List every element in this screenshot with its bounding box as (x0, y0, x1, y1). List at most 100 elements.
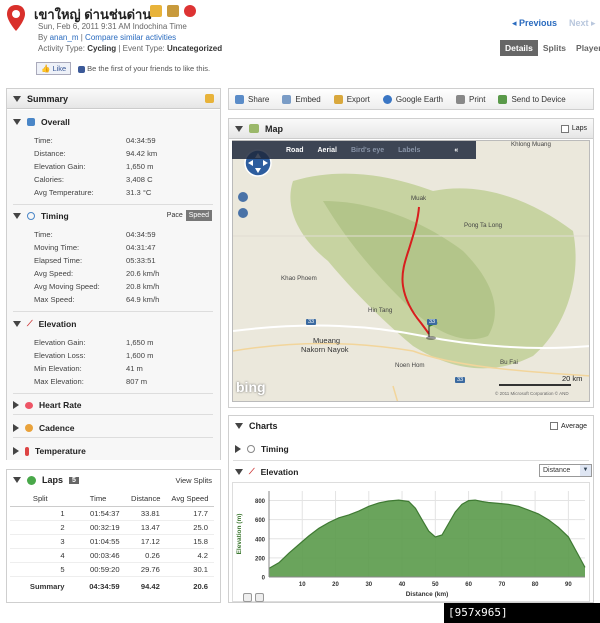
tab-player[interactable]: Player (571, 40, 600, 56)
activity-date: Sun, Feb 6, 2011 9:31 AM Indochina Time (38, 22, 187, 31)
heart-rate-title: Heart Rate (39, 400, 82, 410)
table-row[interactable]: 4 00:03:46 0.26 4.2 (10, 548, 214, 563)
edit-pencil-icon[interactable] (150, 5, 162, 17)
collapse-arrow-icon (13, 321, 21, 327)
pace-toggle[interactable]: Pace (164, 210, 186, 221)
activity-type-label: Activity Type: (38, 44, 85, 53)
table-header-row: Split Time Distance Avg Speed (10, 491, 214, 507)
collapse-arrow-icon (13, 477, 21, 483)
overall-section-header[interactable]: Overall (13, 117, 70, 127)
cadence-section-header[interactable]: Cadence (13, 423, 74, 433)
cadence-icon (25, 424, 33, 432)
speed-toggle[interactable]: Speed (185, 210, 212, 221)
table-row[interactable]: 3 01:04:55 17.12 15.8 (10, 534, 214, 549)
x-tick-label: 30 (365, 582, 372, 588)
map-labels-button[interactable]: Labels (398, 147, 420, 154)
lock-icon[interactable] (167, 5, 179, 17)
facebook-like-button[interactable]: 👍 Like (36, 62, 72, 75)
stat-row: Calories: 3,408 C (34, 175, 153, 184)
expand-arrow-icon (13, 401, 19, 409)
watermark: [957x965] https://upic.me/ (444, 603, 600, 623)
timing-section-header[interactable]: Timing (13, 211, 69, 221)
route-map[interactable]: Khlong Muang Muak Pong Ta Long Khao Phoe… (232, 140, 590, 402)
expand-arrow-icon (13, 447, 19, 455)
laps-count-badge: 5 (69, 476, 79, 484)
compare-activities-link[interactable]: Compare similar activities (85, 33, 176, 42)
print-button[interactable]: Print (455, 94, 485, 104)
x-tick-label: 50 (432, 582, 439, 588)
stat-row: Time: 04:34:59 (34, 136, 156, 145)
column-header-time: Time (70, 491, 126, 507)
y-tick-label: 200 (255, 556, 266, 562)
stat-row: Elevation Loss: 1,600 m (34, 351, 154, 360)
heart-icon (25, 401, 33, 409)
column-header-avg-speed: Avg Speed (165, 491, 214, 507)
tab-details[interactable]: Details (500, 40, 538, 56)
elevation-chart[interactable]: 0 200 400 600 800 10 20 30 40 50 60 70 80 90 Distance … (233, 483, 591, 603)
timing-chart-title: Timing (261, 444, 289, 454)
view-splits-link[interactable]: View Splits (175, 476, 212, 485)
laps-icon (27, 475, 36, 485)
export-icon (333, 94, 343, 104)
summary-title: Summary (27, 93, 69, 104)
printer-icon (455, 94, 465, 104)
previous-link[interactable]: ◂ Previous (512, 18, 557, 29)
map-label: Hin Tang (368, 307, 393, 314)
x-axis-select[interactable]: Distance ▼ (539, 464, 592, 477)
device-icon (498, 94, 508, 104)
elevation-title: Elevation (38, 319, 77, 329)
like-text-label: Be the first of your friends to like thi… (87, 64, 211, 73)
collapse-controls-icon[interactable]: « (454, 147, 458, 154)
elevation-section-header[interactable]: ⟋ Elevation (13, 319, 76, 329)
stat-row: Moving Time: 04:31:47 (34, 243, 156, 252)
zoom-in-icon[interactable] (243, 593, 252, 602)
author-link[interactable]: anan_m (50, 33, 79, 42)
map-aerial-button[interactable]: Aerial (318, 147, 337, 154)
table-row[interactable]: 2 00:32:19 13.47 25.0 (10, 520, 214, 535)
tab-splits[interactable]: Splits (538, 40, 571, 56)
heart-rate-section-header[interactable]: Heart Rate (13, 400, 82, 410)
laps-checkbox[interactable] (560, 124, 569, 133)
activity-header: เขาใหญ่ ด่านช่นด่าน Sun, Feb 6, 2011 9:3… (0, 0, 600, 80)
table-row[interactable]: 1 01:54:37 33.81 17.7 (10, 506, 214, 521)
x-tick-label: 20 (332, 582, 339, 588)
x-tick-label: 60 (465, 582, 472, 588)
charts-title: Charts (249, 421, 278, 431)
next-link[interactable]: Next ▸ (569, 18, 596, 29)
edit-pencil-icon[interactable] (205, 94, 214, 103)
table-row[interactable]: 5 00:59:20 29.76 30.1 (10, 562, 214, 577)
collapse-arrow-icon (235, 423, 243, 429)
laps-header[interactable]: Laps 5 View Splits (7, 470, 220, 490)
like-label: Like (52, 64, 67, 73)
elevation-chart-area: 0 200 400 600 800 10 20 30 40 50 60 70 80 90 Distance … (232, 482, 590, 602)
delete-icon[interactable] (184, 5, 196, 17)
summary-row: Summary 04:34:59 94.42 20.6 (29, 582, 208, 591)
map-header[interactable]: Map Laps (229, 119, 593, 139)
share-button[interactable]: Share (235, 94, 269, 104)
stat-row: Elevation Gain: 1,650 m (34, 338, 154, 347)
map-copyright: © 2011 Microsoft Corporation © AND (495, 391, 569, 396)
y-tick-label: 800 (255, 499, 266, 505)
elevation-chart-header[interactable]: ⟋ Elevation (235, 467, 298, 477)
timing-chart-header[interactable]: Timing (235, 444, 289, 454)
stat-row: Elevation Gain: 1,650 m (34, 162, 154, 171)
temperature-section-header[interactable]: Temperature (13, 446, 86, 456)
clock-icon (27, 212, 35, 220)
map-icon (249, 124, 259, 133)
average-checkbox[interactable] (550, 422, 559, 430)
map-birds-eye-button[interactable]: Bird's eye (351, 147, 384, 154)
embed-button[interactable]: Embed (282, 94, 321, 104)
x-tick-label: 80 (532, 582, 539, 588)
zoom-out-icon[interactable] (255, 593, 264, 602)
facebook-icon (78, 65, 85, 73)
google-earth-button[interactable]: Google Earth (382, 94, 443, 104)
send-to-device-button[interactable]: Send to Device (498, 94, 566, 104)
map-scale: 20 km (562, 374, 583, 383)
summary-header[interactable]: Summary (7, 89, 220, 109)
map-label: Khao Phoem (281, 275, 317, 282)
activity-type-value: Cycling (87, 44, 117, 53)
export-button[interactable]: Export (333, 94, 370, 104)
map-road-button[interactable]: Road (286, 147, 304, 154)
charts-header[interactable]: Charts Average (229, 416, 593, 436)
map-label: Mueang (313, 336, 341, 345)
